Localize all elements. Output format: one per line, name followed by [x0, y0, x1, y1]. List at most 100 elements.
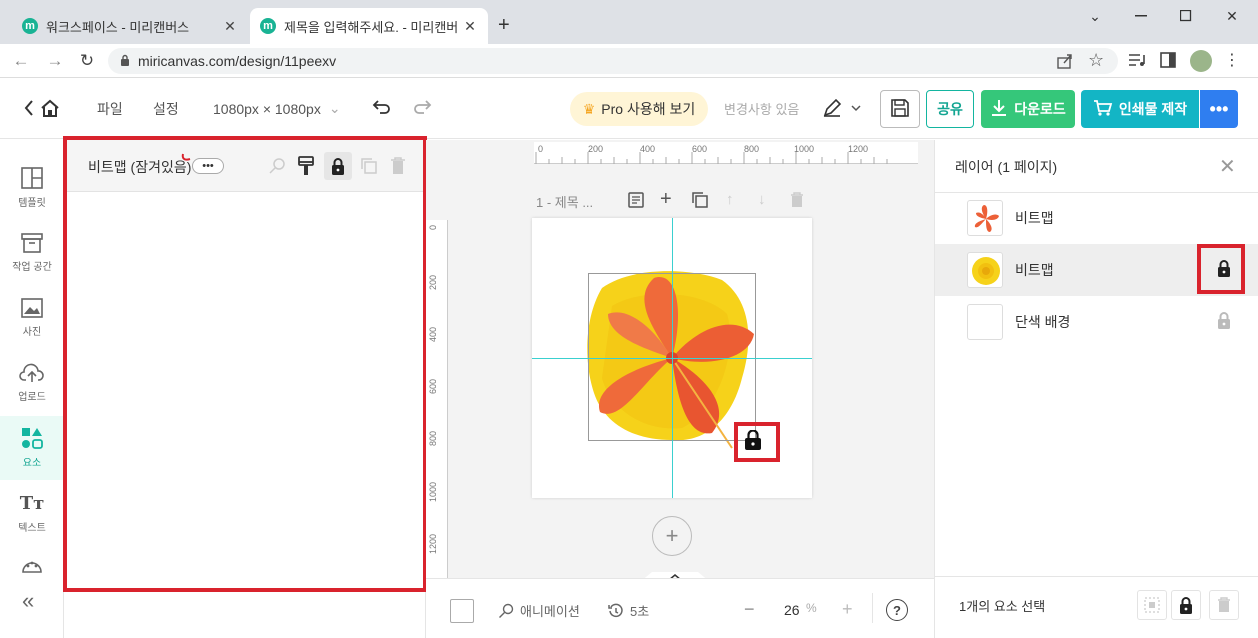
layer-item[interactable]: 비트맵 [935, 192, 1258, 244]
add-page-button[interactable]: + [652, 516, 692, 556]
duration-button[interactable]: 5초 [608, 601, 649, 620]
bottom-toolbar: 애니메이션 5초 − 26 % + ? [426, 578, 934, 638]
save-status-text: 변경사항 있음 [724, 102, 800, 117]
url-field[interactable]: miricanvas.com/design/11peexv [108, 48, 1118, 74]
highlight-box [63, 136, 427, 592]
sidebar-item-label: 사진 [22, 327, 42, 338]
move-up-icon[interactable]: ↑ [726, 191, 734, 208]
canvas-size-dropdown[interactable]: 1080px × 1080px ⌄ [213, 78, 341, 139]
highlight-box [734, 422, 780, 462]
more-options-button[interactable]: ••• [1200, 90, 1238, 128]
undo-icon[interactable] [372, 99, 392, 118]
close-window-button[interactable]: ✕ [1209, 4, 1255, 28]
sidebar-item-upload[interactable]: 업로드 [0, 351, 64, 415]
ruler-tick-label: 200 [428, 274, 438, 290]
ruler-tick-label: 0 [428, 224, 438, 230]
zoom-in-button[interactable]: + [842, 599, 853, 620]
sidebar-item-template[interactable]: 템플릿 [0, 156, 64, 220]
ruler-tick-label: 800 [428, 430, 438, 446]
chevron-down-icon: ⌄ [328, 100, 341, 116]
reading-list-icon[interactable] [1128, 52, 1146, 71]
maximize-button[interactable] [1163, 4, 1209, 28]
text-icon: Tт [19, 492, 45, 514]
page-memo-icon[interactable] [628, 192, 644, 211]
layer-thumbnail [967, 252, 1003, 288]
animation-button[interactable]: 애니메이션 [498, 601, 580, 620]
close-icon[interactable]: ✕ [1219, 154, 1236, 179]
ruler-ticks [535, 152, 888, 164]
trash-icon [1218, 597, 1230, 612]
pen-edit-icon[interactable] [822, 98, 862, 121]
animation-wand-icon [499, 603, 514, 618]
zoom-value[interactable]: 26 [784, 602, 800, 618]
browser-menu-icon[interactable]: ⋮ [1224, 50, 1240, 70]
cart-icon [1093, 99, 1113, 120]
highlight-box [1197, 244, 1245, 294]
ruler-tick-label: 600 [428, 378, 438, 394]
redo-icon[interactable] [412, 99, 432, 118]
layer-panel-title: 레이어 (1 페이지) [955, 159, 1058, 175]
left-sidebar: 템플릿 작업 공간 사진 업로드 요소 Tт 텍스트 « [0, 140, 64, 638]
sidebar-item-label: 요소 [22, 458, 42, 469]
miricanvas-favicon-icon: m [22, 18, 38, 34]
group-button[interactable] [1137, 590, 1167, 620]
sidebar-item-photo[interactable]: 사진 [0, 286, 64, 350]
layer-item[interactable]: 단색 배경 [935, 296, 1258, 348]
sidebar-item-elements[interactable]: 요소 [0, 416, 64, 480]
print-order-label: 인쇄물 제작 [1118, 101, 1188, 117]
side-panel-icon[interactable] [1160, 52, 1176, 71]
share-button[interactable]: 공유 [926, 90, 974, 128]
move-down-icon[interactable]: ↓ [758, 191, 766, 208]
animation-label: 애니메이션 [520, 604, 580, 619]
menu-settings[interactable]: 설정 [153, 78, 179, 139]
pro-trial-button[interactable]: ♛ Pro 사용해 보기 [570, 92, 708, 126]
back-icon[interactable]: ← [10, 50, 32, 72]
help-icon[interactable]: ? [886, 599, 908, 621]
delete-page-icon[interactable] [790, 192, 804, 211]
page-label: 1 - 제목 ... [536, 195, 594, 210]
close-tab-icon[interactable]: ✕ [462, 18, 478, 35]
share-page-icon[interactable] [1056, 52, 1074, 73]
layer-thumbnail [967, 304, 1003, 340]
collapse-sidebar-icon[interactable]: « [22, 588, 34, 614]
profile-avatar[interactable] [1190, 50, 1212, 72]
layer-thumbnail [967, 200, 1003, 236]
sidebar-item-text[interactable]: Tт 텍스트 [0, 481, 64, 545]
template-icon [21, 167, 43, 189]
bookmark-star-icon[interactable]: ☆ [1088, 50, 1104, 71]
lock-button[interactable] [1171, 590, 1201, 620]
add-page-icon[interactable]: + [660, 188, 672, 211]
download-button[interactable]: 다운로드 [981, 90, 1075, 128]
ruler-tick-label: 1000 [428, 481, 438, 502]
delete-button[interactable] [1209, 590, 1239, 620]
sidebar-item-workspace[interactable]: 작업 공간 [0, 221, 64, 285]
reload-icon[interactable]: ↻ [76, 50, 98, 72]
copy-page-icon[interactable] [692, 192, 708, 211]
divider [872, 593, 873, 623]
selection-count-text: 1개의 요소 선택 [959, 599, 1046, 614]
layer-lock-icon[interactable] [1217, 312, 1231, 332]
background-color-swatch[interactable] [450, 599, 474, 623]
new-tab-button[interactable]: + [498, 14, 510, 37]
center-guide-horizontal [532, 358, 812, 359]
address-bar: ← → ↻ miricanvas.com/design/11peexv ☆ ⋮ [0, 44, 1258, 78]
minimize-button[interactable] [1118, 4, 1164, 28]
browser-tab-active[interactable]: m 제목을 입력해주세요. - 미리캔버 ✕ [250, 8, 488, 44]
tab-search-icon[interactable]: ⌄ [1072, 4, 1118, 28]
back-home-icon[interactable] [24, 98, 62, 121]
layer-panel: 레이어 (1 페이지) ✕ 비트맵 비트맵 단색 배경 1개의 요소 선택 [934, 140, 1258, 638]
browser-tab[interactable]: m 워크스페이스 - 미리캔버스 ✕ [12, 8, 248, 44]
palette-icon[interactable] [21, 558, 43, 577]
close-tab-icon[interactable]: ✕ [222, 18, 238, 35]
sidebar-item-label: 작업 공간 [12, 262, 52, 273]
print-order-button[interactable]: 인쇄물 제작 [1081, 90, 1199, 128]
forward-icon[interactable]: → [44, 50, 66, 72]
miricanvas-favicon-icon: m [260, 18, 276, 34]
zoom-out-button[interactable]: − [744, 599, 755, 620]
zoom-unit: % [806, 601, 817, 615]
menu-file[interactable]: 파일 [97, 78, 123, 139]
divider [935, 576, 1258, 577]
save-button[interactable] [880, 90, 920, 128]
download-label: 다운로드 [1014, 101, 1066, 117]
crown-icon: ♛ [582, 100, 596, 117]
